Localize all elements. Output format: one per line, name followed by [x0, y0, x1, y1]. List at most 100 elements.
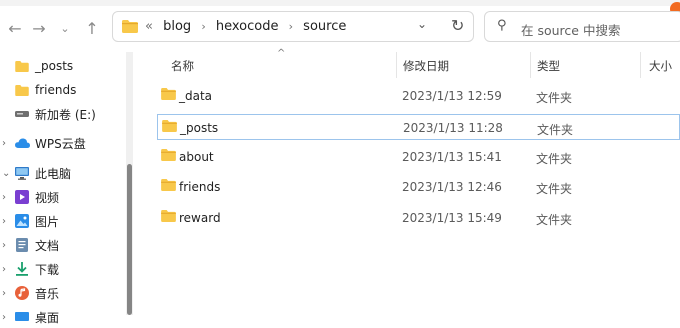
table-row[interactable]: _data 2023/1/13 12:59 文件夹: [157, 83, 680, 109]
breadcrumb-source[interactable]: source: [303, 19, 346, 34]
file-date: 2023/1/13 15:41: [402, 150, 502, 164]
column-headers: ^ 名称 修改日期 类型 大小: [140, 48, 680, 78]
chevron-right-icon[interactable]: ›: [2, 312, 10, 323]
sidebar-item-posts[interactable]: _posts: [0, 55, 124, 77]
sidebar-scrollbar-thumb[interactable]: [127, 164, 132, 315]
file-date: 2023/1/13 11:28: [403, 121, 503, 135]
breadcrumb-blog[interactable]: blog: [163, 19, 191, 34]
sidebar-item-label: 桌面: [35, 310, 60, 325]
navigation-pane: _posts friends 新加卷 (E:) › WPS云盘 ⌄ 此电脑 › …: [0, 52, 124, 325]
up-button[interactable]: ↑: [82, 18, 102, 38]
breadcrumb: « blog › hexocode › source: [145, 19, 352, 34]
sidebar-item-drive-e[interactable]: 新加卷 (E:): [0, 103, 124, 125]
video-icon: [14, 189, 30, 205]
breadcrumb-hexocode[interactable]: hexocode: [216, 19, 279, 34]
sidebar-item-label: _posts: [35, 59, 74, 73]
breadcrumb-separator[interactable]: ›: [201, 20, 205, 33]
column-divider[interactable]: [640, 52, 641, 78]
cloud-icon: [14, 135, 30, 151]
folder-icon: [122, 20, 138, 33]
sidebar-scrollbar[interactable]: [126, 52, 133, 315]
breadcrumb-separator[interactable]: ›: [289, 20, 293, 33]
chevron-right-icon[interactable]: ›: [2, 240, 10, 251]
file-type: 文件夹: [536, 152, 573, 166]
download-icon: [14, 261, 30, 277]
folder-icon: [14, 82, 30, 98]
sidebar-item-wps-cloud[interactable]: › WPS云盘: [0, 132, 124, 154]
table-row[interactable]: friends 2023/1/13 12:46 文件夹: [157, 174, 680, 200]
sidebar-item-documents[interactable]: › 文档: [0, 234, 124, 256]
folder-icon: [161, 210, 176, 222]
sidebar-item-label: 下载: [35, 262, 60, 277]
sidebar-item-label: WPS云盘: [35, 136, 86, 151]
column-header-type[interactable]: 类型: [537, 58, 560, 74]
back-button[interactable]: ←: [5, 18, 25, 38]
column-divider[interactable]: [396, 52, 397, 78]
forward-button[interactable]: →: [29, 18, 49, 38]
document-icon: [14, 237, 30, 253]
search-icon: ⚲: [497, 18, 507, 33]
file-date: 2023/1/13 12:59: [402, 89, 502, 103]
column-header-name[interactable]: 名称: [171, 58, 194, 74]
folder-icon: [14, 58, 30, 74]
search-input[interactable]: 在 source 中搜索: [521, 20, 620, 39]
chevron-down-icon[interactable]: ⌄: [2, 168, 10, 179]
folder-icon: [162, 120, 177, 132]
sidebar-item-music[interactable]: › 音乐: [0, 282, 124, 304]
chevron-down-icon: ⌄: [60, 21, 70, 35]
chevron-right-icon[interactable]: ›: [2, 288, 10, 299]
chevron-right-icon[interactable]: ›: [2, 216, 10, 227]
file-name: about: [179, 150, 214, 164]
file-type: 文件夹: [536, 182, 573, 196]
file-type: 文件夹: [536, 213, 573, 227]
search-box[interactable]: ⚲ 在 source 中搜索: [484, 11, 680, 42]
picture-icon: [14, 213, 30, 229]
sidebar-item-label: friends: [35, 83, 77, 97]
sidebar-item-downloads[interactable]: › 下载: [0, 258, 124, 280]
folder-icon: [161, 179, 176, 191]
file-date: 2023/1/13 15:49: [402, 211, 502, 225]
file-date: 2023/1/13 12:46: [402, 180, 502, 194]
back-arrow-icon: ←: [8, 18, 22, 38]
address-dropdown-button[interactable]: ⌄: [417, 17, 427, 31]
title-bar-strip: [0, 0, 680, 6]
recent-locations-button[interactable]: ⌄: [55, 18, 75, 38]
sidebar-item-label: 图片: [35, 214, 60, 229]
forward-arrow-icon: →: [32, 18, 46, 38]
sidebar-item-desktop[interactable]: › 桌面: [0, 306, 124, 328]
sidebar-item-label: 音乐: [35, 286, 60, 301]
folder-icon: [161, 149, 176, 161]
column-divider[interactable]: [530, 52, 531, 78]
sidebar-item-this-pc[interactable]: ⌄ 此电脑: [0, 162, 124, 184]
music-icon: [14, 285, 30, 301]
breadcrumb-overflow[interactable]: «: [145, 19, 153, 34]
table-row[interactable]: about 2023/1/13 15:41 文件夹: [157, 144, 680, 170]
table-row[interactable]: reward 2023/1/13 15:49 文件夹: [157, 205, 680, 231]
column-header-date[interactable]: 修改日期: [403, 58, 449, 74]
column-header-size[interactable]: 大小: [649, 58, 672, 74]
sidebar-item-videos[interactable]: › 视频: [0, 186, 124, 208]
file-name: _data: [179, 89, 213, 103]
file-type: 文件夹: [536, 91, 573, 105]
sidebar-item-label: 新加卷 (E:): [35, 107, 96, 122]
refresh-icon[interactable]: ↻: [451, 16, 464, 35]
drive-icon: [14, 106, 30, 122]
desktop-icon: [14, 309, 30, 325]
file-type: 文件夹: [537, 123, 574, 137]
sidebar-item-label: 视频: [35, 190, 60, 205]
file-name: reward: [179, 211, 221, 225]
chevron-right-icon[interactable]: ›: [2, 138, 10, 149]
sort-ascending-icon: ^: [277, 48, 286, 59]
file-name: friends: [179, 180, 221, 194]
chevron-right-icon[interactable]: ›: [2, 192, 10, 203]
sidebar-item-friends[interactable]: friends: [0, 79, 124, 101]
computer-icon: [14, 165, 30, 181]
address-bar[interactable]: « blog › hexocode › source ⌄ ↻: [112, 11, 474, 42]
sidebar-item-label: 此电脑: [35, 166, 72, 181]
up-arrow-icon: ↑: [85, 18, 99, 38]
sidebar-item-pictures[interactable]: › 图片: [0, 210, 124, 232]
folder-icon: [161, 88, 176, 100]
table-row-selected[interactable]: _posts 2023/1/13 11:28 文件夹: [157, 114, 680, 140]
file-name: _posts: [180, 121, 219, 135]
chevron-right-icon[interactable]: ›: [2, 264, 10, 275]
